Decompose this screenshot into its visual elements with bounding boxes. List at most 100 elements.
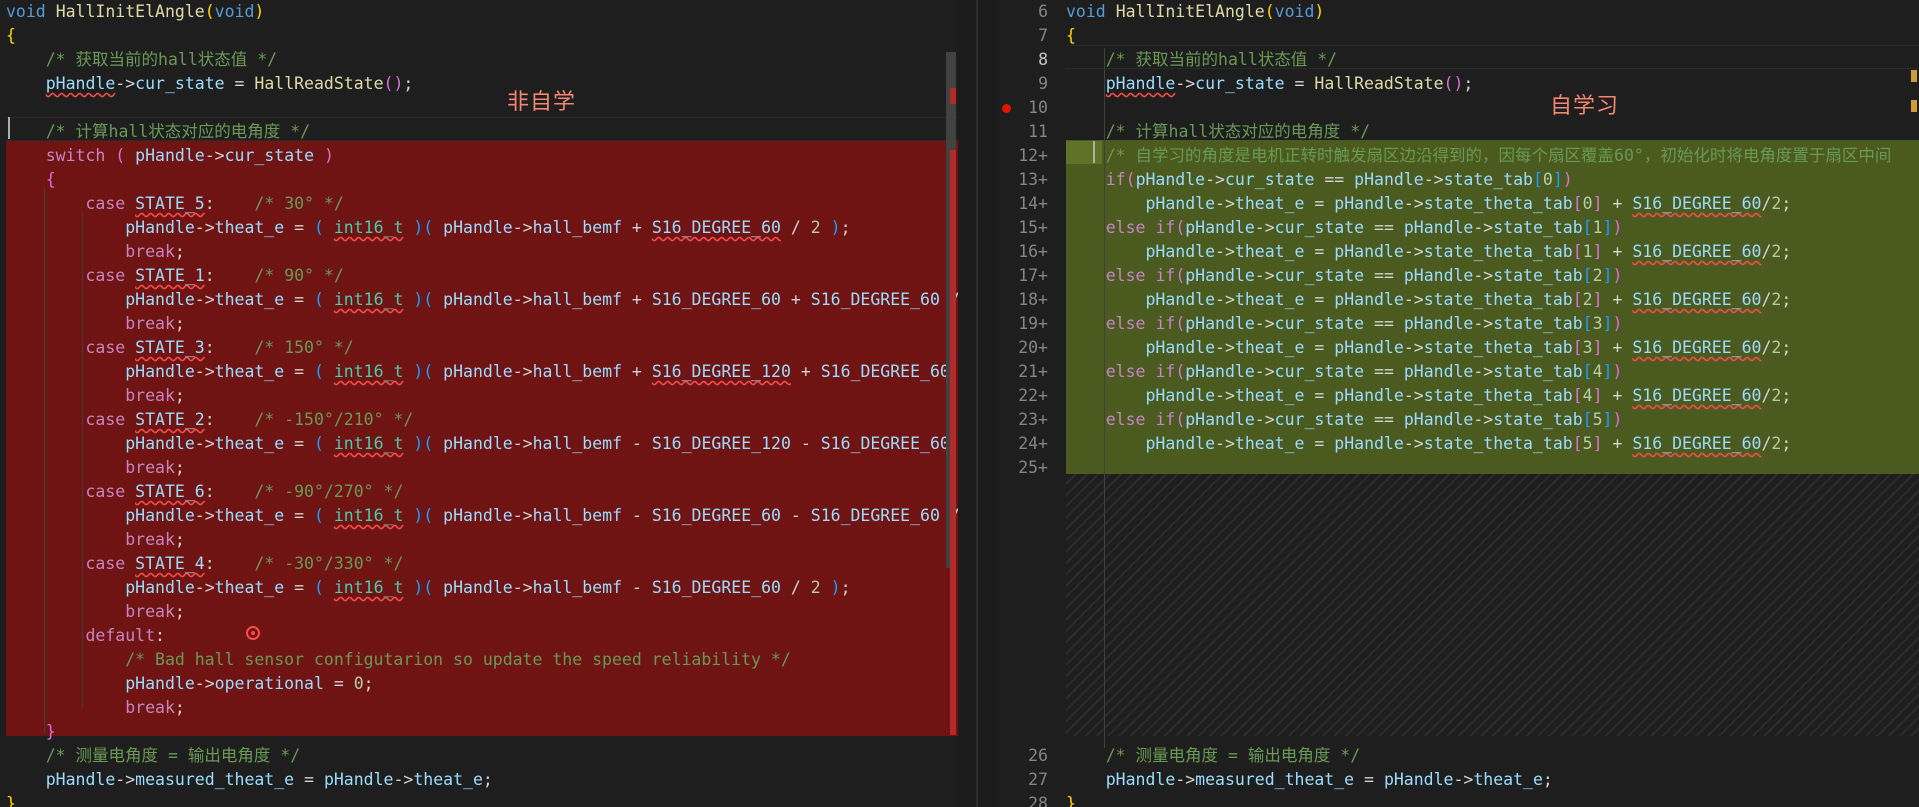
line-text: else if(pHandle->cur_state == pHandle->s… [1105,266,1623,285]
code-line[interactable]: 7{ [996,24,1919,48]
line-text: pHandle->theat_e = pHandle->state_theta_… [1145,386,1792,405]
code-line[interactable]: 18+ pHandle->theat_e = pHandle->state_th… [996,288,1919,312]
code-line[interactable]: 10 [996,96,1919,120]
line-text: pHandle->theat_e = ( int16_t )( pHandle-… [125,578,851,597]
code-line[interactable]: case STATE_4: /* -30°/330° */ [0,552,958,576]
line-number: 19+ [1018,314,1048,333]
code-line[interactable]: case STATE_5: /* 30° */ [0,192,958,216]
line-text: pHandle->theat_e = ( int16_t )( pHandle-… [125,218,851,237]
line-number: 28 [1028,794,1048,807]
line-text: void HallInitElAngle(void) [1066,2,1325,21]
line-text: case STATE_4: /* -30°/330° */ [85,554,404,573]
code-line[interactable]: break; [0,384,958,408]
code-line[interactable]: } [0,792,958,807]
code-line[interactable]: break; [0,528,958,552]
code-line[interactable]: pHandle->theat_e = ( int16_t )( pHandle-… [0,288,958,312]
line-text: pHandle->theat_e = ( int16_t )( pHandle-… [125,362,950,381]
line-text: pHandle->theat_e = ( int16_t )( pHandle-… [125,290,958,309]
line-text: else if(pHandle->cur_state == pHandle->s… [1105,410,1623,429]
diff-filler-hatch [1066,474,1919,736]
code-line[interactable]: case STATE_2: /* -150°/210° */ [0,408,958,432]
code-line[interactable]: /* 测量电角度 = 输出电角度 */ [0,744,958,768]
code-line[interactable]: /* 获取当前的hall状态值 */ [0,48,958,72]
code-line[interactable]: break; [0,240,958,264]
line-text: case STATE_2: /* -150°/210° */ [85,410,414,429]
diff-split-sash[interactable] [958,0,996,807]
line-number: 17+ [1018,266,1048,285]
line-text: switch ( pHandle->cur_state ) [45,146,334,165]
code-line[interactable]: break; [0,456,958,480]
left-editor-pane[interactable]: void HallInitElAngle(void) { /* 获取当前的hal… [0,0,958,807]
right-scrollbar[interactable] [1905,0,1919,807]
code-line[interactable]: pHandle->operational = 0; [0,672,958,696]
line-text: /* 计算hall状态对应的电角度 */ [6,122,311,141]
code-line[interactable]: 15+ else if(pHandle->cur_state == pHandl… [996,216,1919,240]
code-line[interactable]: 19+ else if(pHandle->cur_state == pHandl… [996,312,1919,336]
line-text: if(pHandle->cur_state == pHandle->state_… [1105,170,1573,189]
right-editor-pane[interactable]: 6 void HallInitElAngle(void) 7{ 8 /* 获取当前… [996,0,1919,807]
code-line[interactable]: pHandle->theat_e = ( int16_t )( pHandle-… [0,576,958,600]
line-text: { [1066,26,1076,45]
code-line[interactable]: 14+ pHandle->theat_e = pHandle->state_th… [996,192,1919,216]
code-line[interactable]: /* Bad hall sensor configutarion so upda… [0,648,958,672]
code-line[interactable]: 16+ pHandle->theat_e = pHandle->state_th… [996,240,1919,264]
line-text: else if(pHandle->cur_state == pHandle->s… [1105,362,1623,381]
code-line[interactable]: 26 /* 测量电角度 = 输出电角度 */ [996,744,1919,768]
line-text: break; [125,458,185,477]
code-line[interactable]: 27 pHandle->measured_theat_e = pHandle->… [996,768,1919,792]
line-number: 16+ [1018,242,1048,261]
code-line[interactable]: 22+ pHandle->theat_e = pHandle->state_th… [996,384,1919,408]
code-line[interactable]: 6 void HallInitElAngle(void) [996,0,1919,24]
code-line[interactable]: 20+ pHandle->theat_e = pHandle->state_th… [996,336,1919,360]
code-line[interactable]: pHandle->cur_state = HallReadState(); [0,72,958,96]
code-line[interactable]: 25+ [996,456,1919,480]
code-line[interactable]: 8 /* 获取当前的hall状态值 */ [996,48,1919,72]
line-number: 23+ [1018,410,1048,429]
line-text: /* 计算hall状态对应的电角度 */ [1066,122,1371,141]
line-text: break; [125,314,185,333]
code-line[interactable]: break; [0,696,958,720]
line-number: 20+ [1018,338,1048,357]
line-text: pHandle->theat_e = pHandle->state_theta_… [1145,194,1792,213]
left-scrollbar[interactable] [944,0,958,807]
code-line[interactable]: break; [0,312,958,336]
code-line[interactable]: 23+ else if(pHandle->cur_state == pHandl… [996,408,1919,432]
code-line[interactable]: pHandle->theat_e = ( int16_t )( pHandle-… [0,216,958,240]
code-line[interactable]: } [0,720,958,744]
code-line[interactable]: 28} [996,792,1919,807]
code-line[interactable]: default: [0,624,958,648]
code-line[interactable]: 13+ if(pHandle->cur_state == pHandle->st… [996,168,1919,192]
code-line[interactable]: switch ( pHandle->cur_state ) [0,144,958,168]
code-line[interactable]: { [0,24,958,48]
line-number: 14+ [1018,194,1048,213]
code-line[interactable]: pHandle->theat_e = ( int16_t )( pHandle-… [0,504,958,528]
line-number: 6 [1038,2,1048,21]
line-text: break; [125,242,185,261]
line-number: 9 [1038,74,1048,93]
code-line[interactable]: { [0,168,958,192]
line-text: case STATE_5: /* 30° */ [85,194,344,213]
code-line[interactable]: case STATE_3: /* 150° */ [0,336,958,360]
line-number: 22+ [1018,386,1048,405]
line-text: case STATE_1: /* 90° */ [85,266,344,285]
line-text: pHandle->theat_e = ( int16_t )( pHandle-… [125,434,950,453]
line-text: pHandle->theat_e = pHandle->state_theta_… [1145,290,1792,309]
code-line[interactable]: 9 pHandle->cur_state = HallReadState(); [996,72,1919,96]
line-text: pHandle->measured_theat_e = pHandle->the… [45,770,493,789]
code-line[interactable]: pHandle->measured_theat_e = pHandle->the… [0,768,958,792]
code-line[interactable]: /* 计算hall状态对应的电角度 */ [0,120,958,144]
code-line[interactable] [0,96,958,120]
code-line[interactable]: 17+ else if(pHandle->cur_state == pHandl… [996,264,1919,288]
code-line[interactable]: 24+ pHandle->theat_e = pHandle->state_th… [996,432,1919,456]
code-line[interactable]: void HallInitElAngle(void) [0,0,958,24]
annotation-label-right: 自学习 [1550,94,1620,119]
code-line[interactable]: break; [0,600,958,624]
code-line[interactable]: 11 /* 计算hall状态对应的电角度 */ [996,120,1919,144]
code-line[interactable]: case STATE_1: /* 90° */ [0,264,958,288]
code-line[interactable]: 12+ /* 自学习的角度是电机正转时触发扇区边沿得到的，因每个扇区覆盖60°，… [996,144,1919,168]
code-line[interactable]: 21+ else if(pHandle->cur_state == pHandl… [996,360,1919,384]
code-line[interactable]: case STATE_6: /* -90°/270° */ [0,480,958,504]
code-line[interactable]: pHandle->theat_e = ( int16_t )( pHandle-… [0,360,958,384]
code-line[interactable]: pHandle->theat_e = ( int16_t )( pHandle-… [0,432,958,456]
line-text: default: [85,626,165,645]
